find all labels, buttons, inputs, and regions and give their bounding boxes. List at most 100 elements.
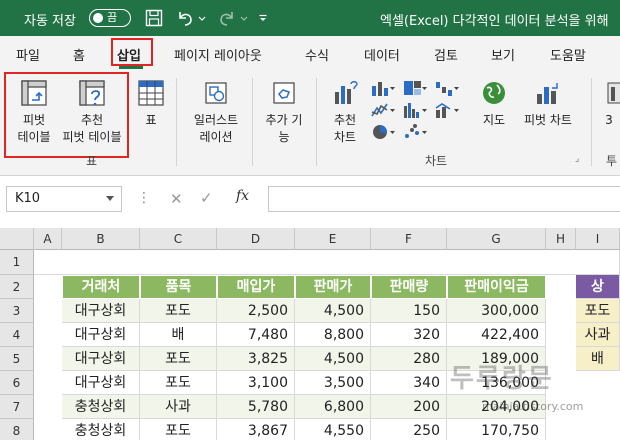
- table-cell[interactable]: 충청상회: [62, 395, 140, 419]
- column-header-A[interactable]: A: [34, 228, 62, 250]
- table-cell[interactable]: 8,800: [295, 323, 371, 347]
- redo-icon[interactable]: [218, 8, 236, 28]
- name-box[interactable]: K10: [6, 186, 122, 212]
- select-all-corner[interactable]: [0, 228, 34, 250]
- column-header-I[interactable]: I: [576, 228, 620, 250]
- illustrations-button[interactable]: 일러스트 레이션: [186, 78, 246, 146]
- table-cell[interactable]: 422,400: [447, 323, 546, 347]
- tab-view[interactable]: 보기: [491, 45, 515, 64]
- table-cell[interactable]: 200: [371, 395, 447, 419]
- statistic-chart-icon[interactable]: [402, 100, 428, 120]
- table-cell[interactable]: 4,500: [295, 347, 371, 371]
- table-cell[interactable]: 3,500: [295, 371, 371, 395]
- column-header-D[interactable]: D: [217, 228, 295, 250]
- name-box-dropdown-icon[interactable]: [106, 196, 114, 202]
- enter-icon[interactable]: ✓: [200, 189, 213, 207]
- addins-button[interactable]: 추가 기 능: [258, 78, 310, 146]
- side-cell[interactable]: 배: [576, 347, 620, 371]
- table-cell[interactable]: 포도: [140, 419, 217, 440]
- pivot-chart-button[interactable]: 피벗 차트: [516, 78, 580, 129]
- line-chart-icon[interactable]: [370, 100, 396, 120]
- undo-dropdown-icon[interactable]: [197, 8, 207, 28]
- autosave-toggle[interactable]: 끔: [89, 9, 131, 27]
- table-cell[interactable]: 3,867: [217, 419, 295, 440]
- table-cell[interactable]: 대구상회: [62, 323, 140, 347]
- table-cell[interactable]: 4,550: [295, 419, 371, 440]
- pivot-table-button[interactable]: 피벗 테이블: [10, 78, 58, 146]
- maps-button[interactable]: 지도: [476, 78, 512, 129]
- recommended-charts-button[interactable]: 추천 차트: [322, 78, 368, 146]
- header-cell-item[interactable]: 품목: [140, 275, 217, 299]
- table-cell[interactable]: 3,100: [217, 371, 295, 395]
- row-header-3[interactable]: 3: [0, 299, 34, 323]
- row-header-5[interactable]: 5: [0, 347, 34, 371]
- formula-input[interactable]: [268, 186, 620, 212]
- row-1-empty-cells[interactable]: [34, 250, 620, 275]
- side-cell[interactable]: 사과: [576, 323, 620, 347]
- tab-help[interactable]: 도움말: [550, 45, 586, 64]
- table-button[interactable]: 표: [133, 78, 169, 129]
- table-cell[interactable]: 250: [371, 419, 447, 440]
- column-chart-icon[interactable]: [370, 78, 396, 98]
- column-header-F[interactable]: F: [371, 228, 447, 250]
- table-cell[interactable]: 포도: [140, 299, 217, 323]
- combo-chart-icon[interactable]: [434, 100, 460, 120]
- column-header-E[interactable]: E: [295, 228, 371, 250]
- tab-data[interactable]: 데이터: [364, 45, 400, 64]
- table-cell[interactable]: 3,825: [217, 347, 295, 371]
- row-header-6[interactable]: 6: [0, 371, 34, 395]
- table-cell[interactable]: 170,750: [447, 419, 546, 440]
- pie-chart-icon[interactable]: [370, 122, 396, 142]
- row-header-2[interactable]: 2: [0, 275, 34, 299]
- tab-review[interactable]: 검토: [434, 45, 458, 64]
- tab-file[interactable]: 파일: [16, 45, 40, 64]
- column-header-H[interactable]: H: [546, 228, 576, 250]
- hierarchy-chart-icon[interactable]: [402, 78, 428, 98]
- table-cell[interactable]: 대구상회: [62, 371, 140, 395]
- column-header-B[interactable]: B: [62, 228, 140, 250]
- row-header-1[interactable]: 1: [0, 250, 34, 275]
- header-cell-profit[interactable]: 판매이익금: [447, 275, 546, 299]
- table-cell[interactable]: 2,500: [217, 299, 295, 323]
- 3d-map-button[interactable]: 3: [598, 78, 620, 129]
- column-header-C[interactable]: C: [140, 228, 217, 250]
- waterfall-chart-icon[interactable]: [434, 78, 460, 98]
- insert-function-icon[interactable]: fx: [236, 188, 249, 204]
- side-header-cell[interactable]: 상: [576, 275, 620, 299]
- table-cell[interactable]: 150: [371, 299, 447, 323]
- tab-formulas[interactable]: 수식: [305, 45, 329, 64]
- table-cell[interactable]: 대구상회: [62, 347, 140, 371]
- dialog-launcher-icon[interactable]: ⌟: [575, 154, 579, 164]
- recommended-pivot-button[interactable]: 추천 피벗 테이블: [56, 78, 128, 146]
- table-cell[interactable]: 4,500: [295, 299, 371, 323]
- table-cell[interactable]: 280: [371, 347, 447, 371]
- table-cell[interactable]: 7,480: [217, 323, 295, 347]
- table-cell[interactable]: 300,000: [447, 299, 546, 323]
- table-cell[interactable]: 사과: [140, 395, 217, 419]
- table-cell[interactable]: 5,780: [217, 395, 295, 419]
- column-header-G[interactable]: G: [447, 228, 546, 250]
- table-cell[interactable]: 충청상회: [62, 419, 140, 440]
- table-cell[interactable]: 배: [140, 323, 217, 347]
- header-cell-purchase-price[interactable]: 매입가: [217, 275, 295, 299]
- table-cell[interactable]: 포도: [140, 347, 217, 371]
- save-icon[interactable]: [145, 8, 163, 28]
- table-cell[interactable]: 6,800: [295, 395, 371, 419]
- tab-home[interactable]: 홈: [73, 45, 85, 64]
- side-cell[interactable]: 포도: [576, 299, 620, 323]
- table-cell[interactable]: 포도: [140, 371, 217, 395]
- cancel-icon[interactable]: ✕: [170, 190, 183, 208]
- table-cell[interactable]: 대구상회: [62, 299, 140, 323]
- row-header-7[interactable]: 7: [0, 395, 34, 419]
- table-cell[interactable]: 340: [371, 371, 447, 395]
- customize-toolbar-icon[interactable]: [258, 8, 268, 28]
- undo-icon[interactable]: [176, 8, 194, 28]
- row-header-4[interactable]: 4: [0, 323, 34, 347]
- redo-dropdown-icon[interactable]: [239, 8, 249, 28]
- row-header-8[interactable]: 8: [0, 419, 34, 440]
- header-cell-sale-price[interactable]: 판매가: [295, 275, 371, 299]
- scatter-chart-icon[interactable]: [402, 122, 428, 142]
- header-cell-client[interactable]: 거래처: [62, 275, 140, 299]
- table-cell[interactable]: 320: [371, 323, 447, 347]
- header-cell-quantity[interactable]: 판매량: [371, 275, 447, 299]
